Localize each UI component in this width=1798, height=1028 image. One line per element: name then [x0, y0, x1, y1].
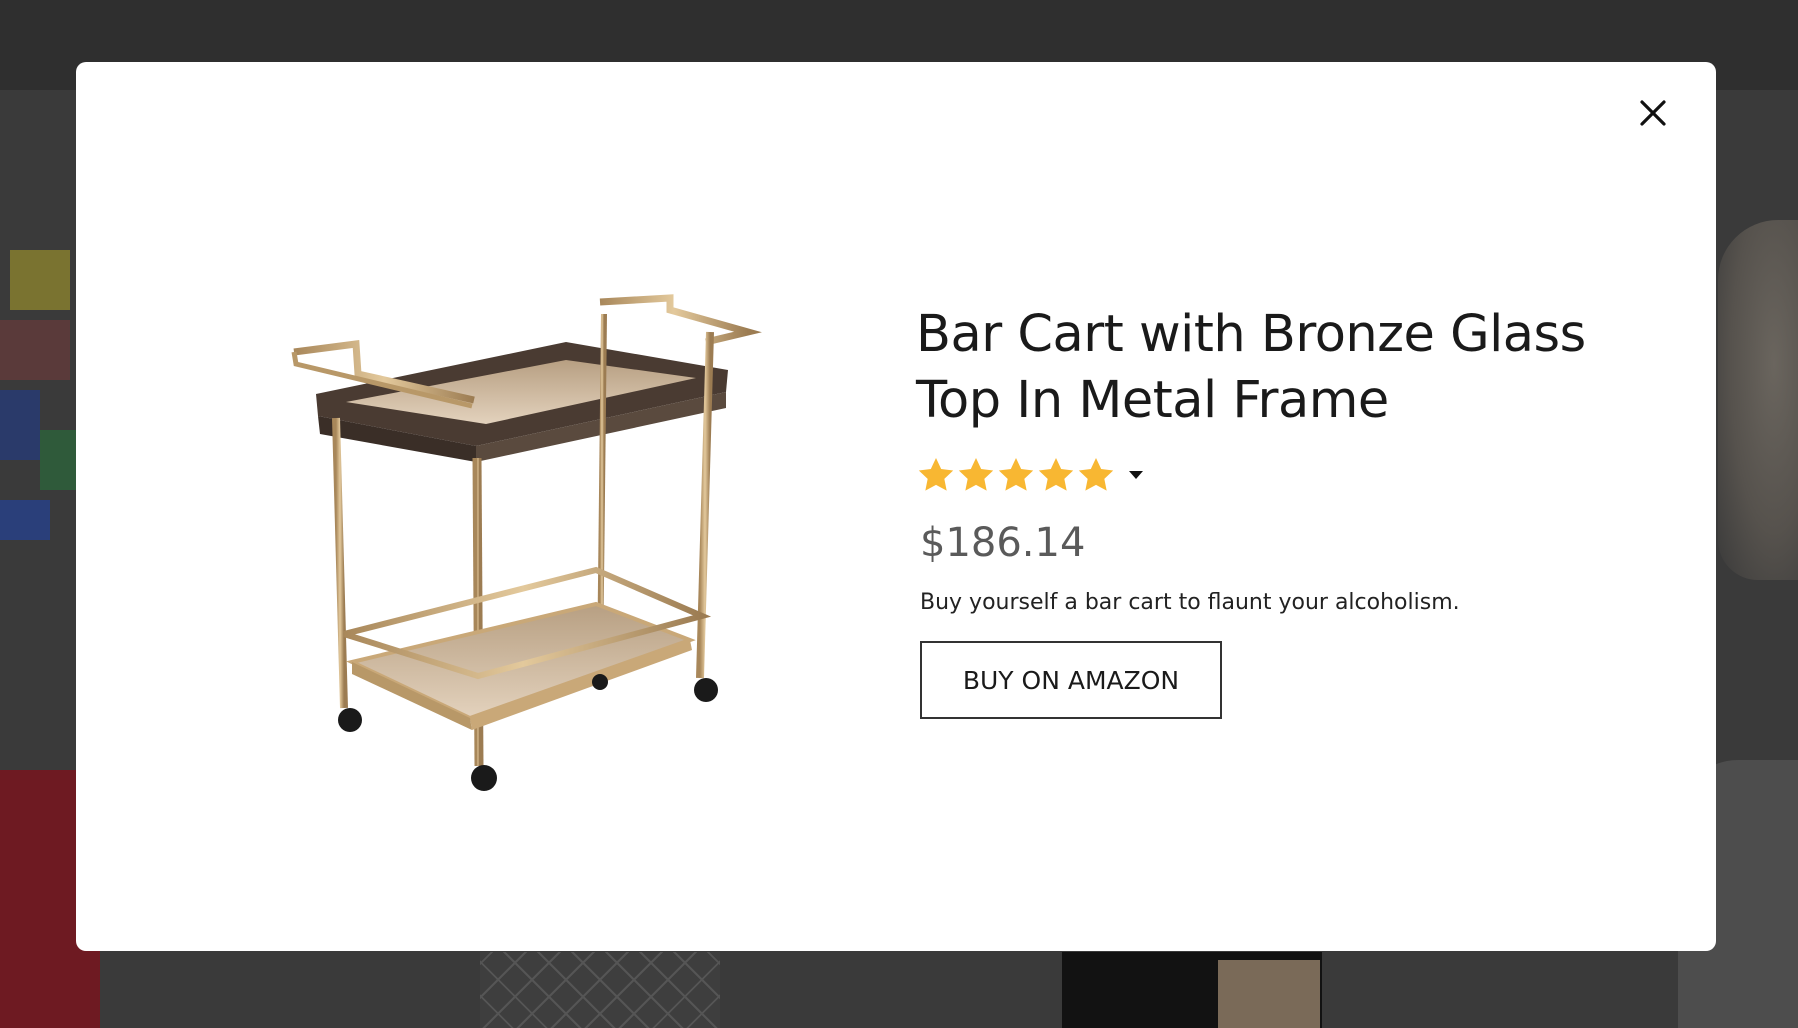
- close-icon: [1640, 100, 1666, 126]
- buy-on-amazon-button[interactable]: BUY ON AMAZON: [920, 641, 1222, 719]
- product-info: Bar Cart with Bronze Glass Top In Metal …: [916, 302, 1676, 719]
- product-price: $186.14: [920, 520, 1086, 566]
- star-icon: [958, 458, 994, 491]
- star-icon: [1038, 458, 1074, 491]
- background-box-label: [1218, 960, 1320, 1028]
- background-toy-blocks-image: [0, 250, 76, 570]
- product-description: Buy yourself a bar cart to flaunt your a…: [920, 590, 1460, 615]
- product-title: Bar Cart with Bronze Glass Top In Metal …: [916, 305, 1586, 430]
- bar-cart-image: [291, 294, 762, 791]
- product-modal: Bar Cart with Bronze Glass Top In Metal …: [76, 62, 1716, 951]
- star-icon: [918, 458, 954, 491]
- star-icon: [1078, 458, 1114, 491]
- close-button[interactable]: [1628, 88, 1678, 138]
- star-icon: [998, 458, 1034, 491]
- background-glass-image: [480, 952, 720, 1028]
- rating-stars[interactable]: [916, 452, 1676, 498]
- caret-down-icon[interactable]: [1128, 470, 1144, 480]
- background-dog-image: [1718, 220, 1798, 580]
